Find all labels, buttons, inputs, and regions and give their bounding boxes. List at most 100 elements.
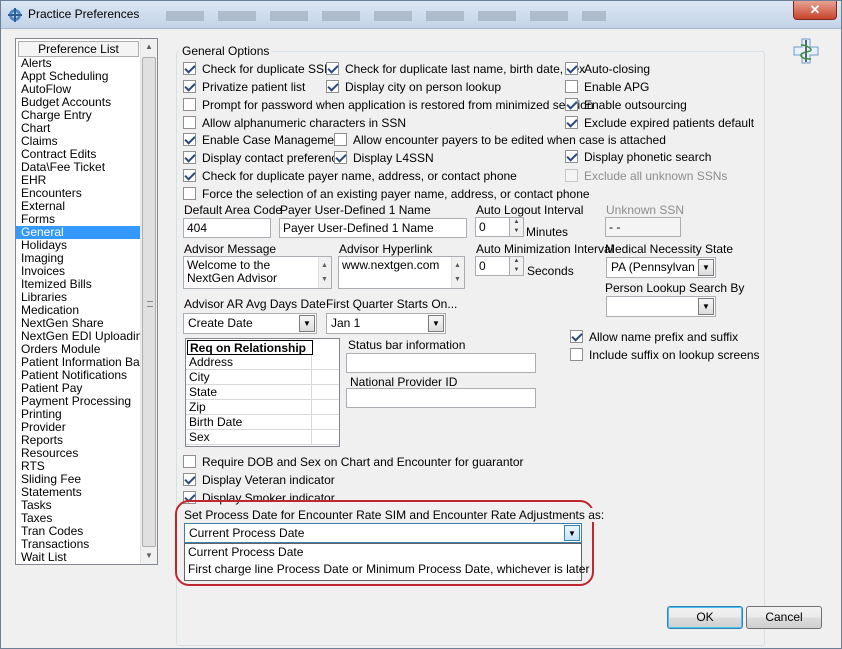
contact-preference-checkbox[interactable]: Display contact preference bbox=[183, 151, 344, 165]
person-lookup-select[interactable]: ▼ bbox=[606, 296, 716, 317]
force-payer-checkbox[interactable]: Force the selection of an existing payer… bbox=[183, 187, 590, 201]
require-dob-checkbox[interactable]: Require DOB and Sex on Chart and Encount… bbox=[183, 455, 524, 469]
advisor-hyperlink-input[interactable]: www.nextgen.com ▲ ▼ bbox=[338, 256, 465, 289]
general-options-title: General Options bbox=[179, 44, 273, 58]
checkbox-checked-icon bbox=[565, 98, 578, 111]
scroll-thumb[interactable] bbox=[142, 57, 156, 547]
blurred-title-info bbox=[166, 11, 606, 21]
practice-preferences-window: Practice Preferences ✕ Preference List A… bbox=[0, 0, 842, 649]
advisor-hyperlink-scrollbar[interactable]: ▲ ▼ bbox=[451, 257, 464, 288]
display-city-checkbox[interactable]: Display city on person lookup bbox=[326, 80, 501, 94]
name-prefix-checkbox[interactable]: Allow name prefix and suffix bbox=[570, 330, 738, 344]
auto-logout-input[interactable]: 0 bbox=[475, 217, 511, 237]
checkbox-checked-icon bbox=[565, 150, 578, 163]
ok-button[interactable]: OK bbox=[667, 606, 743, 629]
chevron-down-icon[interactable]: ▼ bbox=[564, 525, 580, 541]
enable-apg-checkbox[interactable]: Enable APG bbox=[565, 80, 649, 94]
checkbox-unchecked-icon bbox=[334, 133, 347, 146]
scroll-down-icon[interactable]: ▼ bbox=[321, 273, 328, 286]
prompt-password-checkbox[interactable]: Prompt for password when application is … bbox=[183, 98, 594, 112]
checkbox-checked-icon bbox=[570, 330, 583, 343]
spin-up-icon[interactable]: ▲ bbox=[510, 218, 523, 227]
minutes-label: Minutes bbox=[526, 225, 569, 239]
checkbox-checked-icon bbox=[183, 473, 196, 486]
checkbox-unchecked-icon bbox=[183, 116, 196, 129]
auto-logout-label: Auto Logout Interval bbox=[476, 203, 584, 217]
dup-last-name-checkbox[interactable]: Check for duplicate last name, birth dat… bbox=[326, 62, 585, 76]
grid-row[interactable]: Birth Date bbox=[186, 415, 339, 430]
advisor-ar-avg-label: Advisor AR Avg Days Date bbox=[184, 297, 326, 311]
auto-logout-spinner[interactable]: ▲ ▼ bbox=[509, 217, 524, 237]
enable-outsourcing-checkbox[interactable]: Enable outsourcing bbox=[565, 98, 687, 112]
dup-payer-checkbox[interactable]: Check for duplicate payer name, address,… bbox=[183, 169, 517, 183]
alphanumeric-ssn-checkbox[interactable]: Allow alphanumeric characters in SSN bbox=[183, 116, 406, 130]
exclude-expired-checkbox[interactable]: Exclude expired patients default bbox=[565, 116, 754, 130]
default-area-code-input[interactable]: 404 bbox=[183, 218, 271, 238]
advisor-ar-avg-select[interactable]: Create Date ▼ bbox=[183, 313, 317, 334]
req-on-relationship-grid[interactable]: Req on Relationship Address City State Zip B… bbox=[185, 338, 340, 447]
privatize-checkbox[interactable]: Privatize patient list bbox=[183, 80, 305, 94]
checkbox-checked-icon bbox=[326, 62, 339, 75]
cancel-button[interactable]: Cancel bbox=[746, 606, 822, 629]
preference-list-scrollbar[interactable]: ▲ ▼ bbox=[140, 39, 157, 564]
checkbox-checked-icon bbox=[183, 169, 196, 182]
scroll-down-icon[interactable]: ▼ bbox=[141, 548, 157, 564]
first-quarter-label: First Quarter Starts On... bbox=[326, 297, 458, 311]
preference-list[interactable]: Preference List Alerts Appt Scheduling Aut… bbox=[15, 38, 158, 565]
grid-header: Req on Relationship bbox=[187, 340, 313, 355]
scroll-up-icon[interactable]: ▲ bbox=[141, 39, 157, 55]
exclude-unknown-ssn-checkbox[interactable]: Exclude all unknown SSNs bbox=[565, 169, 727, 183]
chevron-down-icon[interactable]: ▼ bbox=[698, 298, 714, 315]
phonetic-search-checkbox[interactable]: Display phonetic search bbox=[565, 150, 711, 164]
grid-row[interactable]: Sex bbox=[186, 430, 339, 445]
status-bar-info-input[interactable] bbox=[346, 353, 536, 373]
payer-udf1-input[interactable]: Payer User-Defined 1 Name bbox=[279, 218, 467, 238]
preference-list-items: Alerts Appt Scheduling AutoFlow Budget Acco… bbox=[16, 57, 157, 564]
checkbox-checked-icon bbox=[565, 62, 578, 75]
medical-necessity-label: Medical Necessity State bbox=[605, 242, 734, 256]
medical-necessity-select[interactable]: PA (Pennsylvan ▼ bbox=[606, 257, 716, 278]
status-bar-info-label: Status bar information bbox=[348, 338, 466, 352]
client-area: Preference List Alerts Appt Scheduling Aut… bbox=[9, 30, 835, 646]
scroll-up-icon[interactable]: ▲ bbox=[454, 259, 461, 272]
chevron-down-icon[interactable]: ▼ bbox=[698, 259, 714, 276]
scroll-up-icon[interactable]: ▲ bbox=[321, 259, 328, 272]
case-management-checkbox[interactable]: Enable Case Management bbox=[183, 133, 344, 147]
chevron-down-icon[interactable]: ▼ bbox=[299, 315, 315, 332]
encounter-payers-checkbox[interactable]: Allow encounter payers to be edited when… bbox=[334, 133, 666, 147]
grid-row[interactable]: Address bbox=[186, 355, 339, 370]
scroll-down-icon[interactable]: ▼ bbox=[454, 273, 461, 286]
process-date-select[interactable]: Current Process Date ▼ bbox=[184, 523, 582, 543]
close-button[interactable]: ✕ bbox=[793, 1, 837, 20]
process-date-option[interactable]: First charge line Process Date or Minimu… bbox=[185, 561, 589, 578]
advisor-message-input[interactable]: Welcome to the NextGen Advisor ▲ ▼ bbox=[183, 256, 332, 289]
spin-up-icon[interactable]: ▲ bbox=[510, 257, 523, 266]
dup-ssn-checkbox[interactable]: Check for duplicate SSN bbox=[183, 62, 333, 76]
unknown-ssn-input[interactable]: - - bbox=[605, 217, 681, 237]
preference-list-header: Preference List bbox=[18, 41, 139, 57]
spin-down-icon[interactable]: ▼ bbox=[510, 227, 523, 236]
grid-rows: Address City State Zip Birth Date Sex bbox=[186, 355, 339, 445]
national-provider-id-input[interactable] bbox=[346, 388, 536, 408]
veteran-checkbox[interactable]: Display Veteran indicator bbox=[183, 473, 335, 487]
advisor-message-scrollbar[interactable]: ▲ ▼ bbox=[318, 257, 331, 288]
process-date-option[interactable]: Current Process Date bbox=[185, 544, 581, 561]
default-area-code-label: Default Area Code bbox=[184, 203, 283, 217]
l4ssn-checkbox[interactable]: Display L4SSN bbox=[334, 151, 434, 165]
grid-row[interactable]: Zip bbox=[186, 400, 339, 415]
include-suffix-checkbox[interactable]: Include suffix on lookup screens bbox=[570, 348, 760, 362]
app-icon bbox=[8, 8, 22, 22]
auto-closing-checkbox[interactable]: Auto-closing bbox=[565, 62, 650, 76]
seconds-label: Seconds bbox=[527, 264, 574, 278]
grid-row[interactable]: City bbox=[186, 370, 339, 385]
auto-minimization-input[interactable]: 0 bbox=[475, 256, 511, 276]
grid-row[interactable]: State bbox=[186, 385, 339, 400]
spin-down-icon[interactable]: ▼ bbox=[510, 266, 523, 275]
checkbox-unchecked-icon bbox=[565, 169, 578, 182]
checkbox-checked-icon bbox=[183, 62, 196, 75]
auto-minimization-spinner[interactable]: ▲ ▼ bbox=[509, 256, 524, 276]
first-quarter-select[interactable]: Jan 1 ▼ bbox=[326, 313, 446, 334]
chevron-down-icon[interactable]: ▼ bbox=[428, 315, 444, 332]
national-provider-id-label: National Provider ID bbox=[350, 375, 458, 389]
preference-list-item[interactable]: Wait List bbox=[16, 551, 140, 564]
